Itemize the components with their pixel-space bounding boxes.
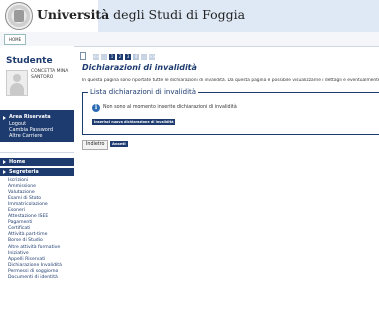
sidebar-divider [0, 152, 74, 153]
breadcrumb-step-4[interactable]: 4 [133, 54, 139, 60]
menu-item-documenti-identita[interactable]: Documenti di identità [8, 275, 74, 281]
info-icon: i [92, 104, 100, 112]
university-name-bold: Università [37, 7, 110, 22]
info-message: Non sono al momento inserite dichiarazio… [103, 105, 237, 110]
intro-text: In questa pagina sono riportate tutte le… [82, 78, 379, 83]
sidebar-title: Studente [6, 56, 53, 66]
declarations-list-panel: Lista dichiarazioni di invalidità i Non … [82, 88, 379, 135]
avatar [6, 70, 28, 96]
home-tab[interactable]: HOME [4, 34, 27, 45]
document-icon [80, 52, 86, 60]
sidebar-item-home[interactable]: Home [0, 158, 74, 166]
student-name: CONCETTA MINA SANTORO [31, 69, 69, 80]
breadcrumb-first[interactable]: << [93, 54, 100, 60]
sidebar-item-segreteria-label: Segreteria [9, 169, 39, 175]
next-button[interactable]: Avanti [110, 141, 128, 147]
breadcrumb-ellipsis-left: ... [101, 54, 107, 60]
chevron-right-icon [3, 116, 6, 120]
segreteria-menu: Iscrizioni Ammissione Valutazione Esami … [8, 178, 74, 281]
nav-bar: HOME [0, 32, 379, 47]
breadcrumb-step-1[interactable]: 1 [109, 54, 115, 60]
area-riservata-panel: Area Riservata Logout Cambia Password Al… [0, 110, 74, 142]
main-content: << ... 1 2 3 4 ... >> Dichiarazioni di i… [76, 46, 379, 316]
page-title: Dichiarazioni di invalidità [82, 63, 197, 72]
area-riservata-title: Area Riservata [9, 114, 51, 120]
university-name-rest: degli Studi di Foggia [109, 7, 246, 22]
breadcrumb-step-3[interactable]: 3 [125, 54, 131, 60]
sidebar-item-home-label: Home [9, 159, 26, 165]
add-declaration-button[interactable]: Inserisci nuova dichiarazione di invalid… [92, 119, 176, 125]
breadcrumb-step-2[interactable]: 2 [117, 54, 123, 60]
other-careers-link[interactable]: Altre Carriere [9, 133, 42, 139]
back-button[interactable]: Indietro [82, 140, 109, 150]
sidebar-item-segreteria[interactable]: Segreteria [0, 168, 74, 176]
university-logo[interactable] [5, 2, 33, 30]
chevron-right-icon [3, 160, 6, 164]
app-header: Università degli Studi di Foggia [0, 0, 379, 32]
chevron-right-icon [3, 170, 6, 174]
list-legend: Lista dichiarazioni di invalidità [88, 88, 199, 96]
breadcrumb-last[interactable]: >> [149, 54, 156, 60]
university-name: Università degli Studi di Foggia [37, 7, 245, 22]
breadcrumb-ellipsis-right: ... [141, 54, 147, 60]
